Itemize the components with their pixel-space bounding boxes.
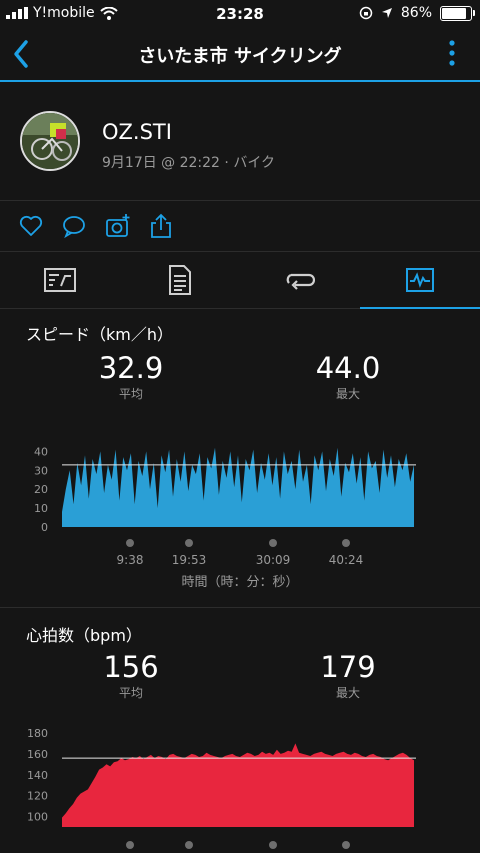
action-bar [0,201,480,252]
rotation-lock-icon [359,6,373,20]
heart-rate-max-label: 最大 [335,686,360,700]
page-title: さいたま市 サイクリング [138,46,342,67]
heart-rate-y-tick-label: 180 [27,727,48,740]
tab-details[interactable] [120,252,240,308]
battery-icon [440,5,475,21]
heart-rate-x-tick-marker [269,841,277,849]
speed-max: 44.0 最大 [278,351,418,402]
heart-rate-chart[interactable]: 100 120 140 160 180 [0,726,480,853]
like-heart-icon[interactable] [18,213,44,239]
heart-rate-title: 心拍数（bpm） [26,626,142,645]
speed-x-tick-label: 40:24 [329,553,364,567]
nav-bar: さいたま市 サイクリング [0,28,480,82]
speed-area [62,447,414,527]
speed-title: スピード（km／h） [26,325,173,344]
heart-rate-x-tick-marker [126,841,134,849]
activity-meta: 9月17日 @ 22:22 · バイク [102,155,276,171]
speed-x-tick-marker [126,539,134,547]
heart-rate-x-tick-marker [342,841,350,849]
speed-y-tick-label: 20 [34,483,48,496]
status-right: 86% [359,5,475,21]
user-name[interactable]: OZ.STI [102,120,172,144]
speed-max-label: 最大 [335,387,360,401]
activity-header: OZ.STI 9月17日 @ 22:22 · バイク [0,82,480,201]
speed-x-tick-label: 19:53 [172,553,207,567]
speed-y-tick-label: 10 [34,502,48,515]
speed-x-tick-marker [185,539,193,547]
heart-rate-y-tick-label: 120 [27,790,48,803]
avatar-photo [22,113,78,169]
speed-y-tick-label: 30 [34,464,48,477]
speed-average: 32.9 平均 [61,351,201,402]
speed-x-tick-marker [342,539,350,547]
overview-icon [44,268,76,292]
speed-section: スピード（km／h） 32.9 平均 44.0 最大 0 10 20 30 40 9:38… [0,309,480,607]
speed-average-label: 平均 [118,387,143,401]
speed-y-tick-label: 40 [34,445,48,458]
avatar[interactable] [20,111,80,171]
heart-rate-y-tick-label: 140 [27,769,48,782]
heart-rate-average: 156 平均 [61,650,201,701]
tab-charts[interactable] [360,252,480,309]
add-photo-icon[interactable] [105,213,131,239]
heart-rate-section: 心拍数（bpm） 156 平均 179 最大 100 120 140 160 180 [0,608,480,853]
heart-rate-average-value: 156 [103,650,159,684]
laps-icon [286,273,315,290]
tab-overview[interactable] [0,252,120,308]
heart-rate-max-value: 179 [320,650,376,684]
document-icon [169,265,191,295]
more-vertical-icon[interactable] [446,38,458,68]
location-icon [381,8,392,18]
heart-rate-x-tick-marker [185,841,193,849]
comment-icon[interactable] [61,213,87,239]
speed-average-value: 32.9 [98,351,164,385]
battery-percent: 86% [400,5,432,21]
heart-rate-y-tick-label: 100 [27,811,48,824]
share-icon[interactable] [148,213,174,239]
heart-rate-average-label: 平均 [118,686,143,700]
tab-laps[interactable] [240,252,360,308]
speed-chart[interactable]: 0 10 20 30 40 9:38 19:53 30:09 40:24 [0,431,480,591]
speed-x-tick-marker [269,539,277,547]
chart-icon [406,268,434,292]
speed-x-tick-label: 9:38 [117,553,144,567]
speed-x-tick-label: 30:09 [256,553,291,567]
heart-rate-area [62,743,414,827]
status-bar: Y!mobile 23:28 86% [0,0,480,28]
tab-bar [0,252,480,309]
heart-rate-y-tick-label: 160 [27,748,48,761]
speed-x-axis-label: 時間（時：分：秒） [181,575,299,590]
heart-rate-max: 179 最大 [278,650,418,701]
speed-max-value: 44.0 [315,351,381,385]
speed-y-tick-label: 0 [41,521,48,534]
